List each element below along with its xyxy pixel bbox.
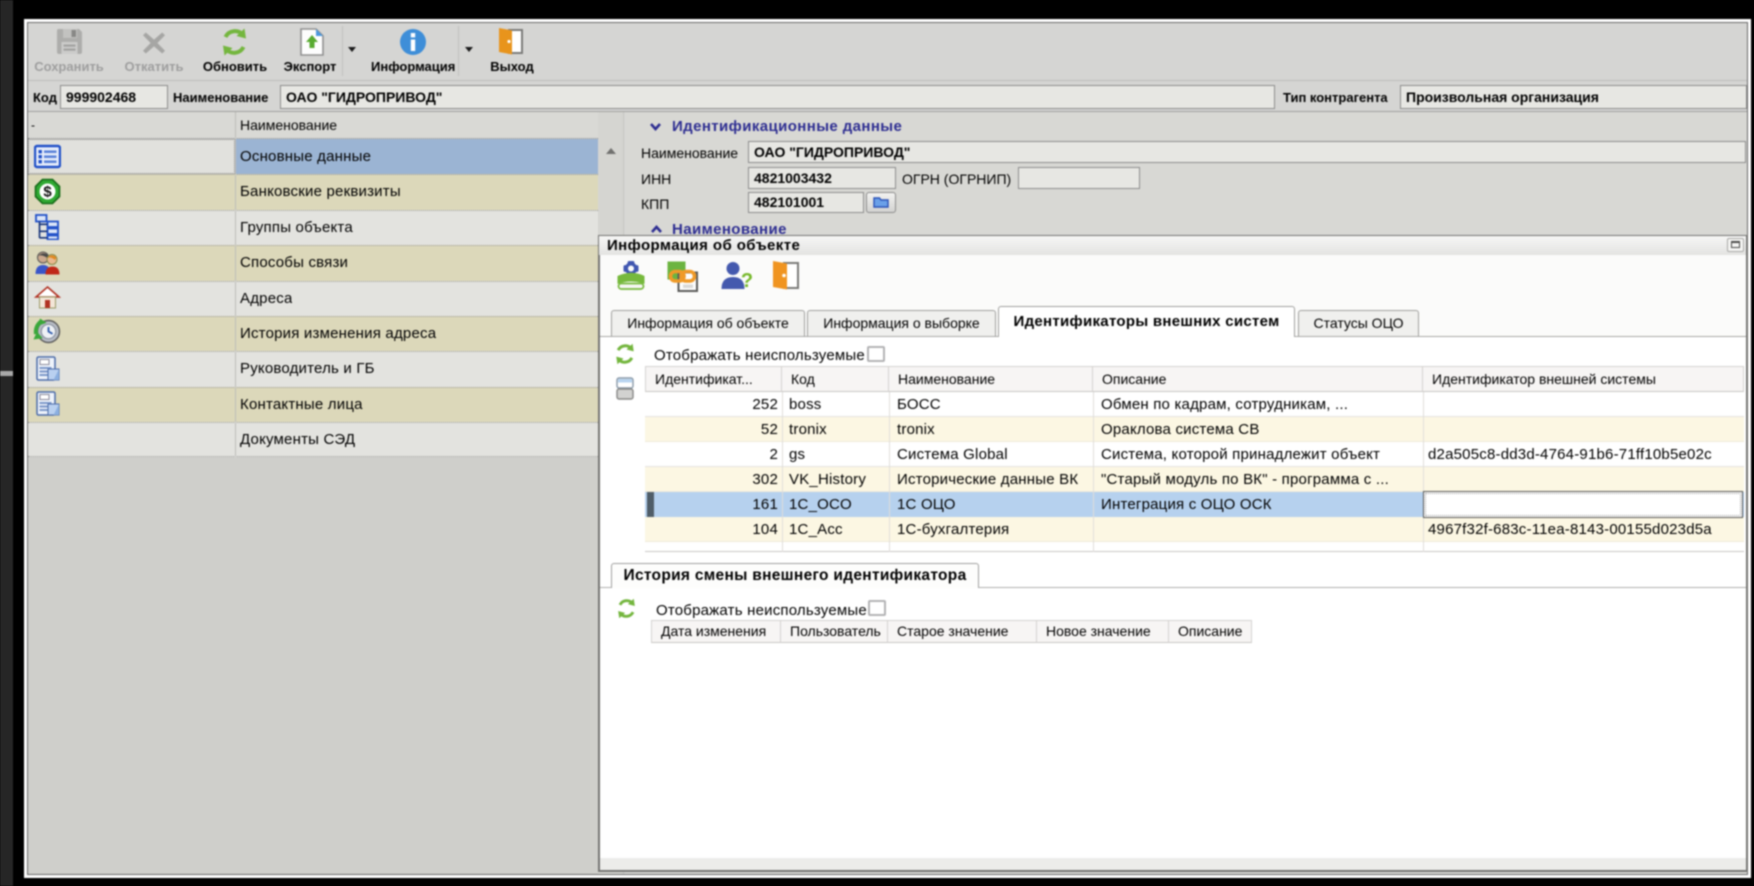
svg-text:$: $: [43, 184, 52, 201]
svg-text:?: ?: [741, 270, 753, 292]
